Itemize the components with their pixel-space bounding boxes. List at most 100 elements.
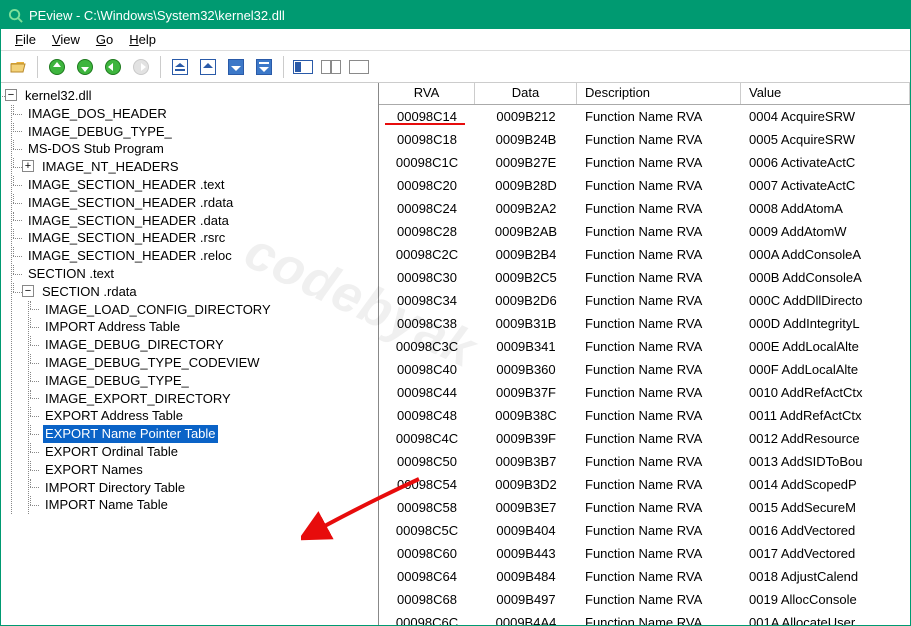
cell-desc: Function Name RVA [577,408,741,423]
tree-leaf-label[interactable]: IMPORT Name Table [43,496,170,514]
table-row[interactable]: 00098C180009B24BFunction Name RVA0005 Ac… [379,128,910,151]
table-pane[interactable]: RVA Data Description Value 00098C140009B… [379,83,910,625]
tree-leaf[interactable]: IMAGE_SECTION_HEADER .reloc [22,247,378,265]
tree-node-label[interactable]: IMAGE_NT_HEADERS [40,158,181,176]
tree-leaf[interactable]: IMAGE_DEBUG_TYPE_CODEVIEW [39,354,378,372]
table-row[interactable]: 00098C500009B3B7Function Name RVA0013 Ad… [379,450,910,473]
tree-leaf[interactable]: IMAGE_SECTION_HEADER .text [22,176,378,194]
menu-view[interactable]: View [44,30,88,49]
tree-toggle-icon[interactable]: − [22,285,34,297]
nav-up-button[interactable] [44,54,70,80]
table-row[interactable]: 00098C240009B2A2Function Name RVA0008 Ad… [379,197,910,220]
prev-button[interactable] [195,54,221,80]
tree-leaf-label[interactable]: IMPORT Directory Table [43,479,187,497]
tree-leaf[interactable]: IMPORT Address Table [39,318,378,336]
tree-node[interactable]: −SECTION .rdata [22,283,378,301]
tree-leaf-label[interactable]: IMAGE_SECTION_HEADER .rdata [26,194,235,212]
table-row[interactable]: 00098C6C0009B4A4Function Name RVA001A Al… [379,611,910,625]
tree-leaf-label[interactable]: EXPORT Address Table [43,407,185,425]
cell-value: 0018 AdjustCalend [741,569,910,584]
table-row[interactable]: 00098C1C0009B27EFunction Name RVA0006 Ac… [379,151,910,174]
titlebar[interactable]: PEview - C:\Windows\System32\kernel32.dl… [1,1,910,29]
first-button[interactable] [167,54,193,80]
tree-leaf[interactable]: EXPORT Name Pointer Table [39,425,378,443]
table-row[interactable]: 00098C580009B3E7Function Name RVA0015 Ad… [379,496,910,519]
nav-back-button[interactable] [100,54,126,80]
tree-leaf-label[interactable]: IMAGE_DEBUG_TYPE_CODEVIEW [43,354,262,372]
tree-leaf[interactable]: IMPORT Name Table [39,496,378,514]
cell-data: 0009B2AB [475,224,577,239]
table-row[interactable]: 00098C480009B38CFunction Name RVA0011 Ad… [379,404,910,427]
table-row[interactable]: 00098C4C0009B39FFunction Name RVA0012 Ad… [379,427,910,450]
tree-leaf-label[interactable]: IMAGE_EXPORT_DIRECTORY [43,390,233,408]
table-row[interactable]: 00098C600009B443Function Name RVA0017 Ad… [379,542,910,565]
column-value[interactable]: Value [741,83,910,104]
tree-node[interactable]: + IMAGE_NT_HEADERS [22,158,378,176]
tree-leaf[interactable]: IMAGE_SECTION_HEADER .data [22,212,378,230]
tree-leaf[interactable]: MS-DOS Stub Program [22,140,378,158]
nav-down-button[interactable] [72,54,98,80]
column-rva[interactable]: RVA [379,83,475,104]
tree-leaf-label[interactable]: IMAGE_DEBUG_DIRECTORY [43,336,226,354]
last-button[interactable] [251,54,277,80]
tree-leaf[interactable]: IMAGE_DEBUG_DIRECTORY [39,336,378,354]
tree-leaf-label[interactable]: IMPORT Address Table [43,318,182,336]
tree-leaf[interactable]: IMAGE_SECTION_HEADER .rsrc [22,229,378,247]
view-mode-split-button[interactable] [318,54,344,80]
menu-go[interactable]: Go [88,30,121,49]
tree-leaf-label[interactable]: MS-DOS Stub Program [26,140,166,158]
tree-toggle-icon[interactable]: + [22,160,34,172]
tree-leaf-label[interactable]: SECTION .text [26,265,116,283]
table-row[interactable]: 00098C2C0009B2B4Function Name RVA000A Ad… [379,243,910,266]
tree-leaf-label[interactable]: IMAGE_DOS_HEADER [26,105,169,123]
table-row[interactable]: 00098C380009B31BFunction Name RVA000D Ad… [379,312,910,335]
open-button[interactable] [5,54,31,80]
tree-leaf[interactable]: EXPORT Ordinal Table [39,443,378,461]
tree-leaf-label[interactable]: IMAGE_SECTION_HEADER .reloc [26,247,234,265]
tree-leaf[interactable]: IMAGE_DEBUG_TYPE_ [22,123,378,141]
menu-file[interactable]: File [7,30,44,49]
menu-help[interactable]: Help [121,30,164,49]
tree-leaf[interactable]: EXPORT Names [39,461,378,479]
table-row[interactable]: 00098C280009B2ABFunction Name RVA0009 Ad… [379,220,910,243]
tree-leaf-label[interactable]: EXPORT Names [43,461,145,479]
tree-leaf[interactable]: IMAGE_EXPORT_DIRECTORY [39,390,378,408]
cell-rva: 00098C18 [379,132,475,147]
tree-leaf[interactable]: IMPORT Directory Table [39,479,378,497]
table-row[interactable]: 00098C300009B2C5Function Name RVA000B Ad… [379,266,910,289]
table-row[interactable]: 00098C680009B497Function Name RVA0019 Al… [379,588,910,611]
tree-root-node[interactable]: −kernel32.dll [5,87,378,105]
nav-forward-button[interactable] [128,54,154,80]
tree-pane[interactable]: −kernel32.dllIMAGE_DOS_HEADERIMAGE_DEBUG… [1,83,379,625]
tree-node-label[interactable]: kernel32.dll [23,87,94,105]
table-row[interactable]: 00098C5C0009B404Function Name RVA0016 Ad… [379,519,910,542]
table-row[interactable]: 00098C440009B37FFunction Name RVA0010 Ad… [379,381,910,404]
table-row[interactable]: 00098C200009B28DFunction Name RVA0007 Ac… [379,174,910,197]
tree-leaf[interactable]: EXPORT Address Table [39,407,378,425]
tree-leaf-label[interactable]: IMAGE_DEBUG_TYPE_ [43,372,191,390]
tree-leaf[interactable]: IMAGE_DEBUG_TYPE_ [39,372,378,390]
tree-toggle-icon[interactable]: − [5,89,17,101]
tree-leaf-label[interactable]: EXPORT Ordinal Table [43,443,180,461]
column-description[interactable]: Description [577,83,741,104]
table-row[interactable]: 00098C540009B3D2Function Name RVA0014 Ad… [379,473,910,496]
tree-leaf[interactable]: IMAGE_DOS_HEADER [22,105,378,123]
tree-leaf[interactable]: IMAGE_LOAD_CONFIG_DIRECTORY [39,301,378,319]
tree-leaf-label[interactable]: IMAGE_SECTION_HEADER .rsrc [26,229,227,247]
table-row[interactable]: 00098C340009B2D6Function Name RVA000C Ad… [379,289,910,312]
tree-leaf-label[interactable]: IMAGE_SECTION_HEADER .text [26,176,227,194]
tree-leaf-label[interactable]: IMAGE_SECTION_HEADER .data [26,212,231,230]
tree-leaf[interactable]: SECTION .text [22,265,378,283]
view-mode-hex-button[interactable] [290,54,316,80]
table-row[interactable]: 00098C640009B484Function Name RVA0018 Ad… [379,565,910,588]
tree-node-label[interactable]: SECTION .rdata [40,283,139,301]
tree-leaf-label[interactable]: IMAGE_DEBUG_TYPE_ [26,123,174,141]
tree-leaf-label[interactable]: EXPORT Name Pointer Table [43,425,218,443]
table-row[interactable]: 00098C3C0009B341Function Name RVA000E Ad… [379,335,910,358]
column-data[interactable]: Data [475,83,577,104]
view-mode-text-button[interactable] [346,54,372,80]
next-button[interactable] [223,54,249,80]
table-row[interactable]: 00098C400009B360Function Name RVA000F Ad… [379,358,910,381]
tree-leaf-label[interactable]: IMAGE_LOAD_CONFIG_DIRECTORY [43,301,273,319]
tree-leaf[interactable]: IMAGE_SECTION_HEADER .rdata [22,194,378,212]
